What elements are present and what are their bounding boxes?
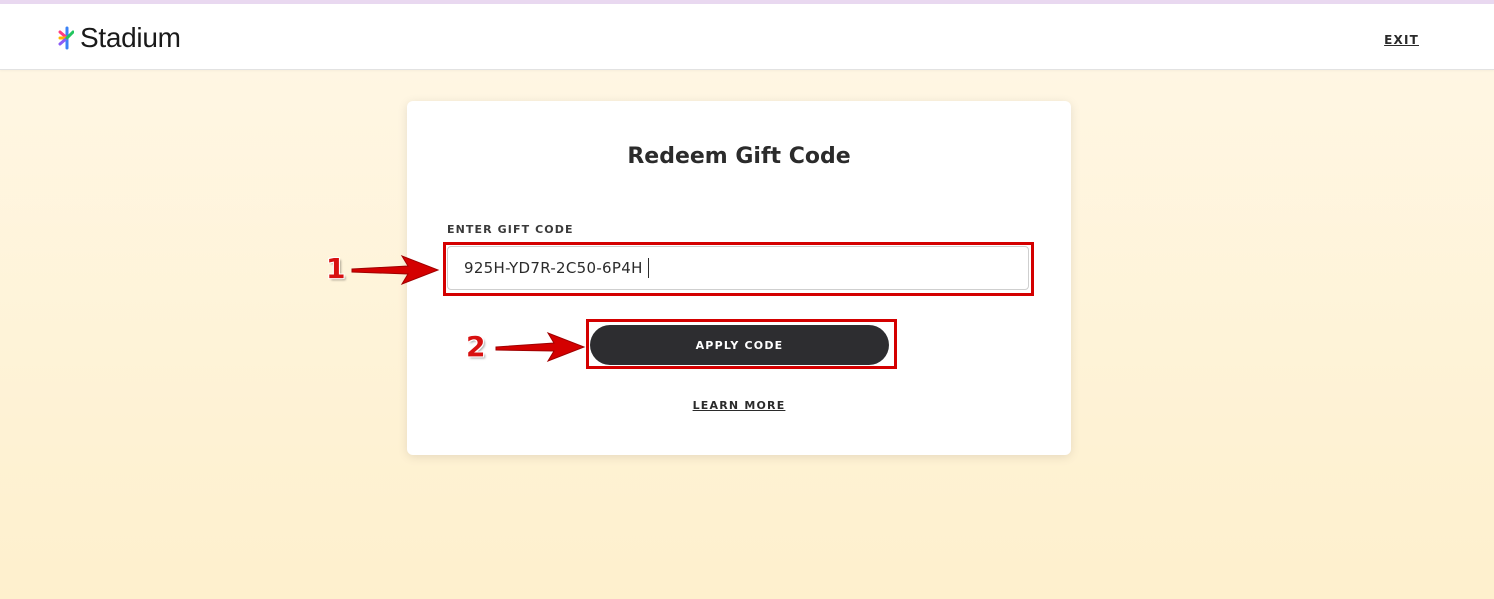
- stadium-logo[interactable]: Stadium: [58, 22, 181, 54]
- exit-link[interactable]: EXIT: [1384, 33, 1419, 47]
- arrow-2-icon: [495, 332, 586, 362]
- step-number-2: 2: [466, 330, 486, 363]
- arrow-1-icon: [351, 255, 440, 285]
- highlight-box-input: [443, 242, 1034, 296]
- brand-name: Stadium: [80, 22, 181, 53]
- header-bar: Stadium EXIT: [0, 4, 1494, 70]
- step-number-1: 1: [326, 252, 346, 285]
- highlight-box-apply: [586, 319, 897, 369]
- stadium-logo-icon: [58, 26, 74, 50]
- gift-code-label: ENTER GIFT CODE: [447, 223, 574, 236]
- learn-more-link[interactable]: LEARN MORE: [407, 399, 1071, 412]
- page-title: Redeem Gift Code: [627, 144, 851, 169]
